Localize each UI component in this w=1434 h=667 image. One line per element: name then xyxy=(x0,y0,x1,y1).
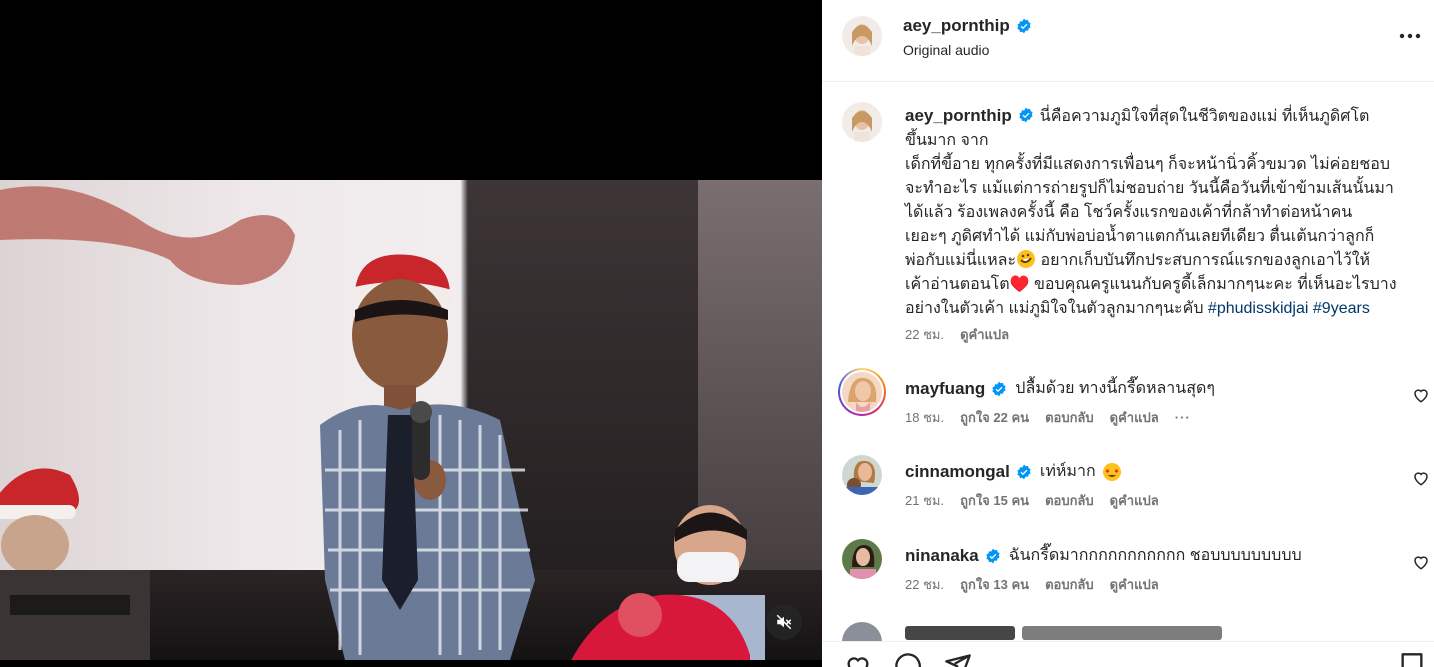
mute-button[interactable] xyxy=(766,604,802,640)
post-actions xyxy=(822,648,1434,667)
comment-username-partial xyxy=(905,626,1015,640)
avatar[interactable] xyxy=(842,16,882,56)
heart-icon[interactable] xyxy=(844,652,872,667)
video-frame[interactable] xyxy=(0,180,822,660)
comment-time[interactable]: 22 ชม. xyxy=(905,574,944,595)
santa-hat-foreground xyxy=(571,593,750,660)
caption-text: aey_pornthip นี่คือความภูมิใจที่สุดในชีวิ… xyxy=(905,104,1415,321)
comment-text: เท่ห์มาก xyxy=(1039,463,1096,480)
avatar-image xyxy=(842,539,882,579)
comment-item-partial xyxy=(822,622,1434,642)
verified-badge-icon xyxy=(1019,107,1033,123)
caption-line: เค้าอ่านตอนโต♥️ ขอบคุณครูแนนกับครูดี้เล็… xyxy=(905,276,1397,293)
avatar-image xyxy=(842,372,882,412)
performer-boy xyxy=(320,254,535,660)
more-options-button[interactable] xyxy=(1398,24,1422,48)
comment-username[interactable]: ninanaka xyxy=(905,546,979,566)
comment-item: mayfuang ปลื้มด้วย ทางนี้กรี๊ดหลานสุดๆ 1… xyxy=(822,368,1434,452)
comment-likes[interactable]: ถูกใจ 15 คน xyxy=(960,490,1029,511)
translate-link[interactable]: ดูคำแปล xyxy=(960,324,1009,345)
verified-badge-icon xyxy=(1017,18,1031,34)
caption-line: เด็กที่ขี้อาย ทุกครั้งที่มีแสดงการเพื่อน… xyxy=(905,156,1390,173)
comment-username[interactable]: mayfuang xyxy=(905,379,985,399)
comment-meta: 21 ชม. ถูกใจ 15 คน ตอบกลับ ดูคำแปล xyxy=(905,490,1159,511)
verified-badge-icon xyxy=(986,548,1000,563)
hashtag-link[interactable]: #9years xyxy=(1313,300,1370,317)
reply-button[interactable]: ตอบกลับ xyxy=(1045,407,1094,428)
bookmark-icon[interactable] xyxy=(1398,652,1426,667)
caption-line: ขึ้นมาก จาก xyxy=(905,132,989,149)
video-player[interactable] xyxy=(0,0,822,667)
audio-label[interactable]: Original audio xyxy=(903,42,989,58)
verified-badge-icon xyxy=(1017,464,1031,479)
verified-badge-icon xyxy=(992,381,1006,396)
caption-time[interactable]: 22 ชม. xyxy=(905,324,944,345)
rofl-emoji-icon xyxy=(1017,250,1036,268)
hashtag-link[interactable]: #phudisskidjai xyxy=(1208,300,1309,317)
comment-icon[interactable] xyxy=(894,652,922,667)
heart-icon[interactable] xyxy=(1412,386,1430,404)
comment-time[interactable]: 18 ชม. xyxy=(905,407,944,428)
caption-line: เยอะๆ ภูดิศทำได้ แม่กับพ่อบ่อน้ำตาแตกกัน… xyxy=(905,228,1375,245)
avatar[interactable] xyxy=(842,372,882,412)
performer-left xyxy=(0,468,150,660)
comment-time[interactable]: 21 ชม. xyxy=(905,490,944,511)
comment-likes[interactable]: ถูกใจ 13 คน xyxy=(960,574,1029,595)
caption-username[interactable]: aey_pornthip xyxy=(905,106,1012,125)
reply-button[interactable]: ตอบกลับ xyxy=(1045,574,1094,595)
caption-line: จะทำอะไร แม้แต่การถ่ายรูปก็ไม่ชอบถ่าย วั… xyxy=(905,180,1394,197)
header-username[interactable]: aey_pornthip xyxy=(903,16,1010,36)
star-struck-emoji-icon xyxy=(1102,462,1121,481)
avatar[interactable] xyxy=(842,455,882,495)
caption-line: นี่คือความภูมิใจที่สุดในชีวิตของแม่ ที่เ… xyxy=(1039,108,1370,125)
speaker-muted-icon xyxy=(776,614,792,630)
caption-line: พ่อกับแม่นี่แหละ xyxy=(905,252,1017,269)
avatar-image xyxy=(842,16,882,56)
avatar-image xyxy=(842,455,882,495)
comment-meta: 18 ชม. ถูกใจ 22 คน ตอบกลับ ดูคำแปล ··· xyxy=(905,407,1191,428)
post-panel: aey_pornthip Original audio aey_pornthip… xyxy=(822,0,1434,667)
divider xyxy=(822,641,1434,642)
avatar[interactable] xyxy=(842,539,882,579)
caption-line: ได้แล้ว ร้องเพลงครั้งนี้ คือ โชว์ครั้งแร… xyxy=(905,204,1353,221)
comment-text: ฉันกรี๊ดมากกกกกกกกกกก ชอบบบบบบบบบ xyxy=(1008,547,1302,564)
avatar[interactable] xyxy=(842,102,882,142)
comment-text-partial xyxy=(1022,626,1222,640)
heart-icon[interactable] xyxy=(1412,469,1430,487)
avatar-image xyxy=(842,102,882,142)
avatar[interactable] xyxy=(842,622,882,642)
caption-line: อยากเก็บบันทึกประสบการณ์แรกของลูกเอาไว้ใ… xyxy=(1040,252,1371,269)
reply-button[interactable]: ตอบกลับ xyxy=(1045,490,1094,511)
post-header: aey_pornthip Original audio xyxy=(822,0,1434,82)
comment-item: cinnamongal เท่ห์มาก 21 ชม. ถูกใจ 15 คน … xyxy=(822,455,1434,535)
more-horizontal-icon xyxy=(1399,33,1421,39)
translate-link[interactable]: ดูคำแปล xyxy=(1110,574,1159,595)
heart-icon[interactable] xyxy=(1412,553,1430,571)
comment-more-button[interactable]: ··· xyxy=(1175,410,1191,425)
caption-meta: 22 ชม. ดูคำแปล xyxy=(905,324,1009,345)
translate-link[interactable]: ดูคำแปล xyxy=(1110,490,1159,511)
comment-username[interactable]: cinnamongal xyxy=(905,462,1010,482)
translate-link[interactable]: ดูคำแปล xyxy=(1110,407,1159,428)
comment-likes[interactable]: ถูกใจ 22 คน xyxy=(960,407,1029,428)
paper-plane-icon[interactable] xyxy=(944,652,972,667)
comment-meta: 22 ชม. ถูกใจ 13 คน ตอบกลับ ดูคำแปล xyxy=(905,574,1159,595)
stage-screen-graphic xyxy=(0,186,295,285)
comment-item: ninanaka ฉันกรี๊ดมากกกกกกกกกกก ชอบบบบบบบ… xyxy=(822,539,1434,619)
caption-line: อย่างในตัวเค้า แม่ภูมิใจในตัวลูกมากๆนะคั… xyxy=(905,300,1204,317)
comment-text: ปลื้มด้วย ทางนี้กรี๊ดหลานสุดๆ xyxy=(1015,380,1215,397)
avatar-image xyxy=(842,622,882,642)
